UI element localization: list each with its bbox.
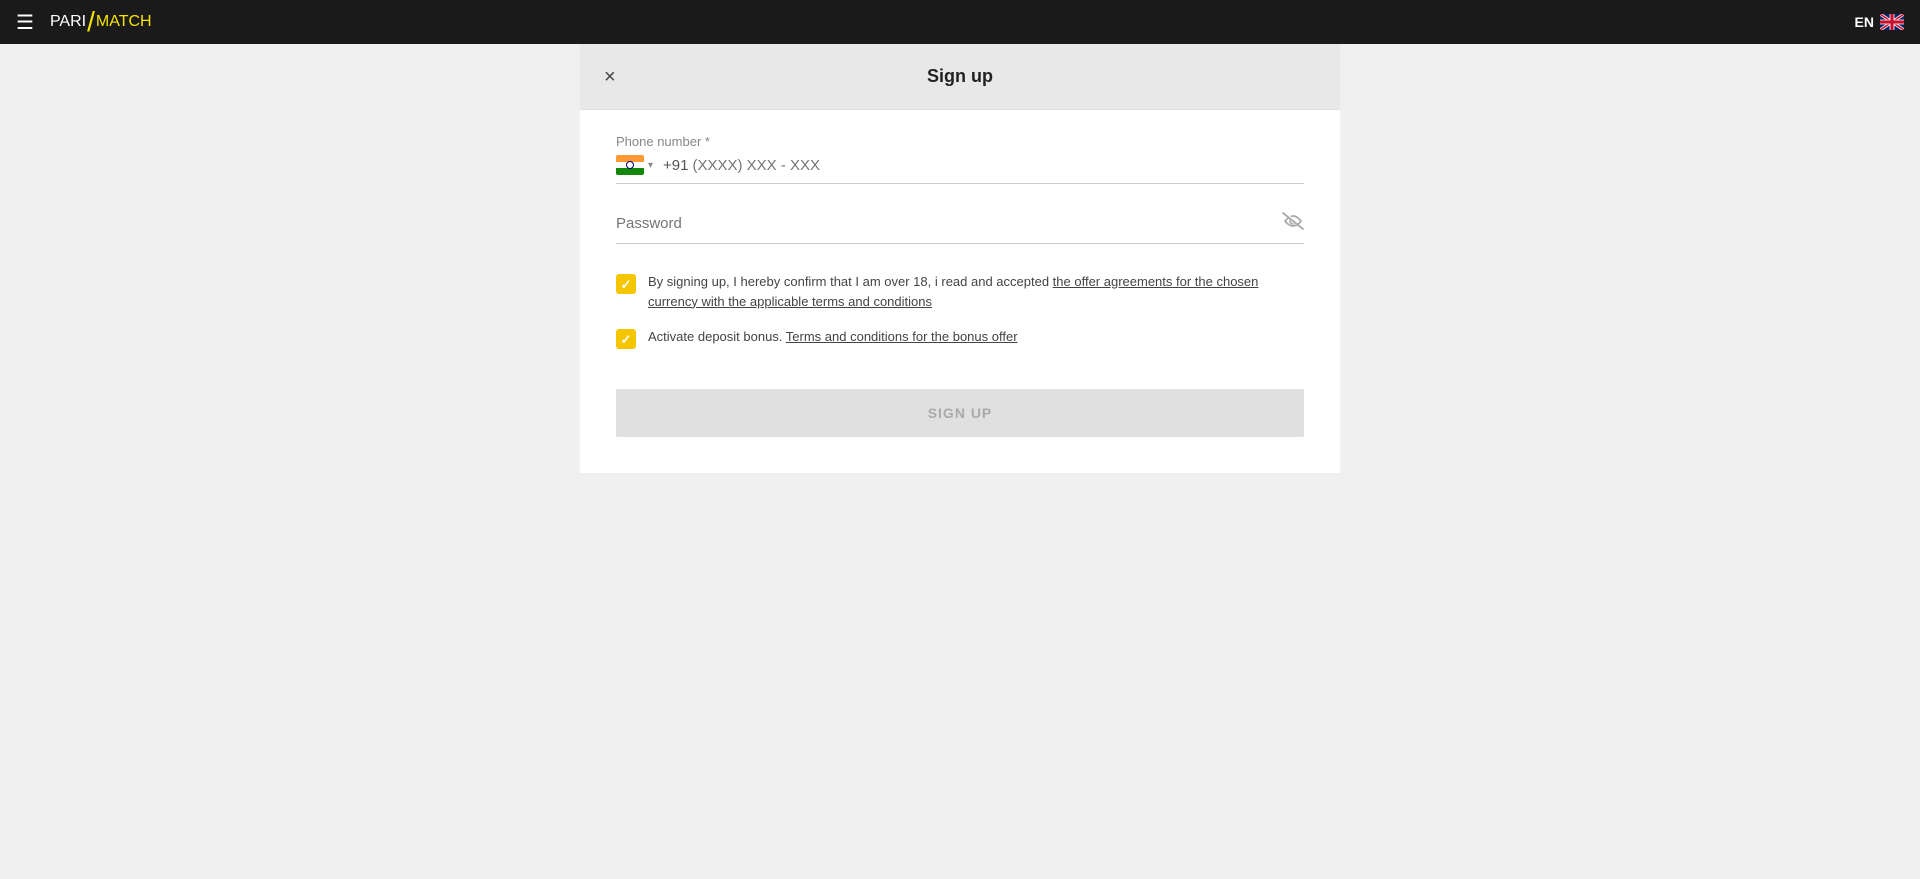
close-button[interactable]: ×	[604, 67, 616, 87]
logo[interactable]: PARI/MATCH	[50, 6, 152, 38]
check-mark-icon-2: ✓	[621, 333, 632, 346]
password-field-group	[616, 212, 1304, 244]
terms-checkbox[interactable]: ✓	[616, 274, 636, 294]
country-code: +91	[663, 157, 688, 174]
country-selector[interactable]: ▾	[616, 155, 653, 175]
language-button[interactable]: EN	[1855, 14, 1904, 30]
chevron-down-icon: ▾	[648, 160, 653, 171]
bonus-link[interactable]: Terms and conditions for the bonus offer	[786, 329, 1018, 344]
phone-label: Phone number *	[616, 134, 1304, 149]
check-mark-icon: ✓	[621, 278, 632, 291]
nav-right: EN	[1855, 14, 1904, 30]
password-input[interactable]	[616, 215, 1282, 232]
phone-field-group: Phone number * ▾ +91	[616, 134, 1304, 184]
signup-panel: × Sign up Phone number * ▾	[580, 44, 1340, 473]
bonus-checkbox[interactable]: ✓	[616, 329, 636, 349]
uk-flag-icon	[1880, 14, 1904, 30]
bonus-checkbox-wrapper: ✓	[616, 329, 636, 349]
signup-body: Phone number * ▾ +91	[580, 110, 1340, 473]
logo-slash: /	[87, 6, 95, 38]
logo-match: MATCH	[96, 13, 152, 31]
bonus-text: Activate deposit bonus.	[648, 329, 786, 344]
phone-row: ▾ +91	[616, 155, 1304, 184]
hamburger-icon[interactable]: ☰	[16, 10, 34, 35]
india-flag-icon	[616, 155, 644, 175]
bonus-checkbox-label: Activate deposit bonus. Terms and condit…	[648, 327, 1018, 347]
signup-title: Sign up	[927, 66, 993, 87]
terms-checkbox-group: ✓ By signing up, I hereby confirm that I…	[616, 272, 1304, 311]
eye-hidden-icon[interactable]	[1282, 212, 1304, 235]
logo-pari: PARI	[50, 13, 86, 31]
main-content: × Sign up Phone number * ▾	[0, 44, 1920, 879]
nav-left: ☰ PARI/MATCH	[16, 6, 152, 38]
signup-header: × Sign up	[580, 44, 1340, 110]
terms-checkbox-wrapper: ✓	[616, 274, 636, 294]
top-navigation: ☰ PARI/MATCH EN	[0, 0, 1920, 44]
terms-checkbox-label: By signing up, I hereby confirm that I a…	[648, 272, 1304, 311]
password-row	[616, 212, 1304, 244]
phone-input[interactable]	[692, 157, 1304, 174]
lang-label: EN	[1855, 14, 1874, 30]
bonus-checkbox-group: ✓ Activate deposit bonus. Terms and cond…	[616, 327, 1304, 349]
terms-text: By signing up, I hereby confirm that I a…	[648, 274, 1053, 289]
signup-button[interactable]: SIGN UP	[616, 389, 1304, 437]
